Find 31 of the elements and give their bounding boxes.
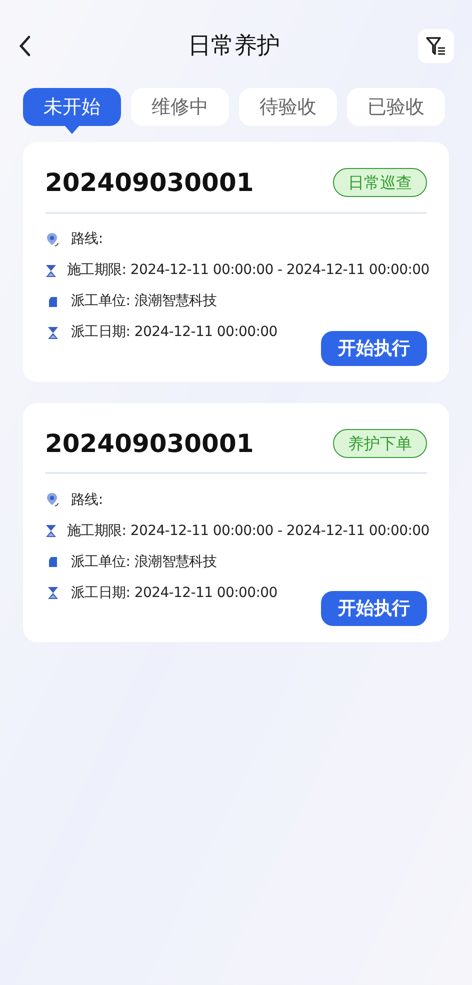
status-tab[interactable]: 未开始 [23, 88, 121, 126]
filter-button[interactable] [418, 29, 454, 63]
info-text: 施工期限: 2024-12-11 00:00:00 - 2024-12-11 00:00:00 [67, 522, 430, 540]
back-icon[interactable] [18, 35, 32, 57]
hourglass-icon [45, 264, 57, 278]
start-button[interactable]: 开始执行 [321, 591, 427, 626]
info-text: 派工日期: 2024-12-11 00:00:00 [71, 323, 278, 342]
task-type-tag: 日常巡查 [333, 168, 427, 198]
tab-pointer-icon [65, 126, 79, 134]
location-pin-icon [46, 492, 60, 508]
task-number: 202409030001 [45, 428, 254, 460]
info-text: 路线: [71, 230, 103, 249]
info-text: 派工单位: 浪潮智慧科技 [71, 552, 217, 572]
hourglass-icon [45, 524, 57, 538]
hourglass-icon [47, 586, 59, 600]
start-button[interactable]: 开始执行 [321, 330, 427, 366]
task-type-tag: 养护下单 [333, 428, 427, 458]
status-tab[interactable]: 待验收 [239, 88, 337, 126]
info-text: 施工期限: 2024-12-11 00:00:00 - 2024-12-11 00:00:00 [67, 261, 430, 280]
info-text: 路线: [71, 490, 103, 510]
document-icon [48, 556, 58, 568]
info-text: 派工单位: 浪潮智慧科技 [71, 292, 217, 311]
filter-icon [425, 35, 447, 57]
status-tab[interactable]: 已验收 [347, 88, 445, 126]
page-title: 日常养护 [188, 32, 280, 61]
info-text: 派工日期: 2024-12-11 00:00:00 [71, 584, 278, 602]
hourglass-icon [47, 326, 59, 340]
document-icon [48, 296, 58, 308]
task-number: 202409030001 [45, 167, 254, 199]
status-tab[interactable]: 维修中 [131, 88, 229, 126]
location-pin-icon [46, 232, 60, 248]
